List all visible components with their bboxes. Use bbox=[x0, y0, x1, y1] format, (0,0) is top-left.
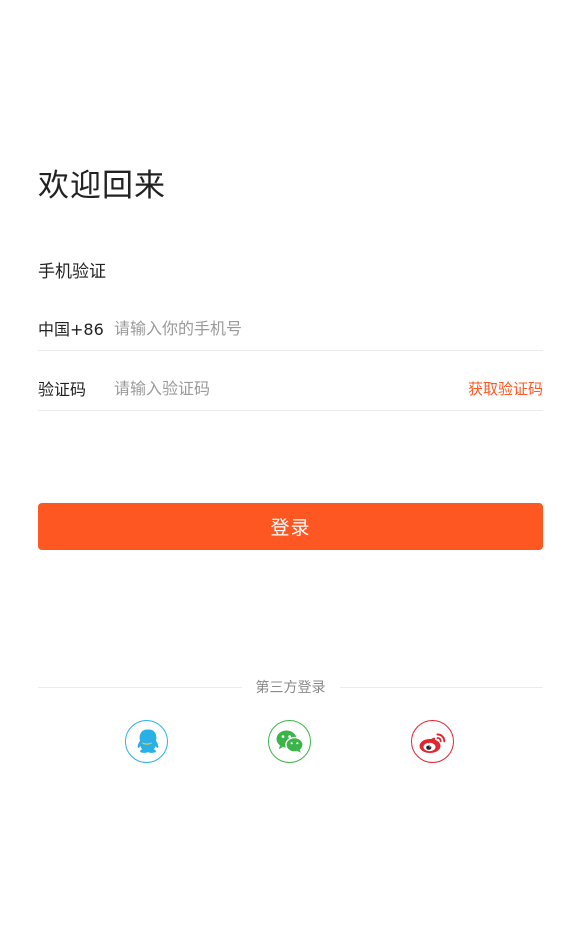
qq-icon bbox=[134, 728, 160, 756]
code-label: 验证码 bbox=[38, 380, 87, 399]
divider-line-right bbox=[339, 686, 543, 688]
weibo-icon bbox=[418, 729, 448, 755]
login-button[interactable]: 登录 bbox=[38, 503, 543, 550]
third-party-label: 第三方登录 bbox=[255, 680, 326, 696]
country-code-prefix[interactable]: 中国+86 bbox=[38, 316, 114, 340]
wechat-login-button[interactable] bbox=[268, 720, 311, 763]
code-field-row: 验证码 获取验证码 bbox=[38, 366, 543, 411]
phone-field-row: 中国+86 bbox=[38, 306, 543, 351]
get-code-button[interactable]: 获取验证码 bbox=[468, 378, 543, 399]
phone-input[interactable] bbox=[114, 313, 543, 343]
third-party-divider: 第三方登录 bbox=[38, 676, 543, 698]
page-title: 欢迎回来 bbox=[38, 168, 166, 204]
qq-login-button[interactable] bbox=[125, 720, 168, 763]
section-subtitle: 手机验证 bbox=[38, 262, 106, 282]
login-screen: 欢迎回来 手机验证 中国+86 验证码 获取验证码 登录 第三方登录 bbox=[0, 0, 581, 930]
wechat-icon bbox=[275, 729, 305, 755]
divider-line-left bbox=[38, 686, 242, 688]
weibo-login-button[interactable] bbox=[411, 720, 454, 763]
verification-code-input[interactable] bbox=[114, 373, 468, 403]
